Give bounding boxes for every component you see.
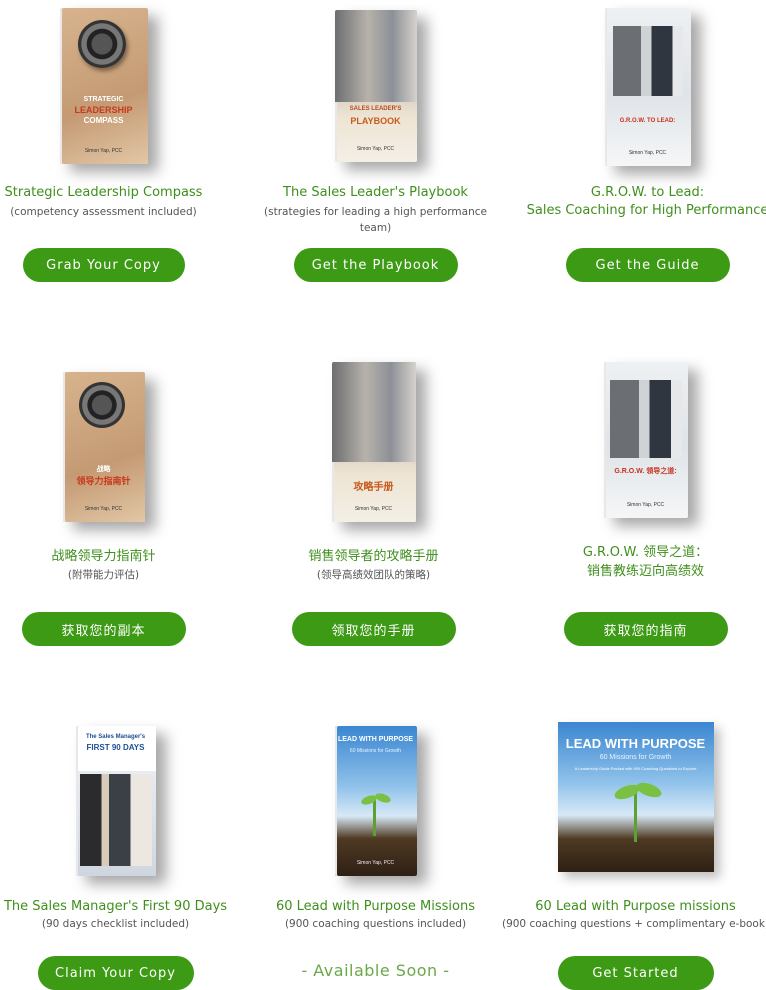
sprout-leaf bbox=[373, 791, 392, 805]
cover-text: FIRST 90 DAYS bbox=[86, 743, 145, 752]
cover-text: LEAD WITH PURPOSE bbox=[565, 736, 706, 751]
book-cover-image: G.R.O.W. TO LEAD: Simon Yap, PCC bbox=[604, 8, 691, 166]
sprout-leaf bbox=[634, 779, 663, 801]
cover-author: Simon Yap, PCC bbox=[356, 146, 395, 152]
book-card-grow-to-lead: G.R.O.W. TO LEAD: Simon Yap, PCC G.R.O.W… bbox=[520, 0, 766, 300]
get-the-playbook-button[interactable]: Get the Playbook bbox=[293, 248, 458, 282]
book-subtitle: (900 coaching questions included) bbox=[284, 918, 467, 930]
book-card-strategic-leadership-compass-chinese: 战略 领导力指南针 Simon Yap, PCC 战略领导力指南针 (附带能力评… bbox=[0, 360, 231, 660]
book-cover-image: 战略 领导力指南针 Simon Yap, PCC bbox=[62, 372, 145, 522]
book-cover-image: SALES LEADER'S PLAYBOOK Simon Yap, PCC bbox=[334, 10, 417, 162]
claim-your-copy-button[interactable]: Claim Your Copy bbox=[37, 956, 194, 990]
cover-text: 领导力指南针 bbox=[76, 476, 131, 486]
cover-text: 60 Missions for Growth bbox=[599, 754, 672, 761]
cover-text: SALES LEADER'S bbox=[349, 106, 402, 112]
cover-text: LEADERSHIP bbox=[74, 105, 133, 115]
book-card-sales-leaders-playbook-chinese: 攻略手册 Simon Yap, PCC 销售领导者的攻略手册 (领导高绩效团队的… bbox=[246, 360, 501, 660]
book-title-line2: Sales Coaching for High Performance bbox=[526, 203, 766, 218]
book-subtitle: (附带能力评估) bbox=[67, 569, 140, 581]
cover-author: Simon Yap, PCC bbox=[84, 148, 123, 154]
business-people-photo bbox=[609, 380, 682, 458]
compass-image bbox=[77, 20, 126, 68]
cover-text: A Leadership Guide Packed with 900 Coach… bbox=[574, 766, 697, 771]
book-subtitle: (900 coaching questions + complimentary … bbox=[501, 918, 766, 930]
get-your-playbook-button-cn[interactable]: 领取您的手册 bbox=[291, 612, 456, 646]
book-card-sales-leaders-playbook: SALES LEADER'S PLAYBOOK Simon Yap, PCC T… bbox=[248, 0, 503, 300]
get-started-button[interactable]: Get Started bbox=[557, 956, 714, 990]
get-the-guide-button[interactable]: Get the Guide bbox=[565, 248, 730, 282]
availability-status: - Available Soon - bbox=[301, 961, 450, 980]
cover-author: Simon Yap, PCC bbox=[628, 150, 667, 156]
book-subtitle: (90 days checklist included) bbox=[41, 918, 190, 930]
book-cover-image: LEAD WITH PURPOSE 60 Missions for Growth… bbox=[334, 726, 417, 876]
cover-text: 战略 bbox=[96, 466, 111, 473]
cover-text: PLAYBOOK bbox=[350, 116, 401, 126]
cover-author: Simon Yap, PCC bbox=[354, 506, 393, 512]
book-card-strategic-leadership-compass: STRATEGIC LEADERSHIP COMPASS Simon Yap, … bbox=[0, 0, 231, 300]
cover-text: 60 Missions for Growth bbox=[349, 748, 402, 754]
book-title: 销售领导者的攻略手册 bbox=[308, 549, 439, 564]
book-title-line2: 销售教练迈向高绩效 bbox=[586, 564, 704, 579]
sprout-icon bbox=[633, 788, 637, 842]
book-card-lead-with-purpose-ebook: LEAD WITH PURPOSE 60 Missions for Growth… bbox=[502, 718, 766, 990]
cover-author: Simon Yap, PCC bbox=[84, 506, 123, 512]
book-card-grow-to-lead-chinese: G.R.O.W. 领导之道: Simon Yap, PCC G.R.O.W. 领… bbox=[518, 360, 766, 660]
book-title: 60 Lead with Purpose Missions bbox=[275, 899, 475, 914]
compass-image bbox=[78, 382, 125, 428]
team-photo bbox=[79, 774, 152, 866]
book-title-line1: G.R.O.W. to Lead: bbox=[590, 185, 705, 200]
cover-text: STRATEGIC bbox=[83, 96, 124, 103]
book-cover-image: STRATEGIC LEADERSHIP COMPASS Simon Yap, … bbox=[59, 8, 148, 164]
book-title: 60 Lead with Purpose missions bbox=[535, 899, 736, 914]
book-subtitle: (competency assessment included) bbox=[10, 206, 197, 218]
cover-text: LEAD WITH PURPOSE bbox=[337, 736, 414, 743]
book-subtitle: (strategies for leading a high performan… bbox=[264, 206, 487, 234]
cover-text: 攻略手册 bbox=[353, 482, 394, 493]
cover-author: Simon Yap, PCC bbox=[356, 860, 395, 866]
book-title: Strategic Leadership Compass bbox=[4, 185, 203, 200]
book-title-line1: G.R.O.W. 领导之道： bbox=[582, 545, 709, 560]
book-cover-image: LEAD WITH PURPOSE 60 Missions for Growth… bbox=[557, 722, 714, 872]
business-people-photo bbox=[612, 26, 683, 96]
book-title: The Sales Manager's First 90 Days bbox=[3, 899, 228, 914]
book-card-sales-managers-first-90-days: The Sales Manager's FIRST 90 DAYS The Sa… bbox=[0, 718, 243, 990]
get-your-guide-button-cn[interactable]: 获取您的指南 bbox=[563, 612, 728, 646]
cover-text: COMPASS bbox=[83, 116, 124, 125]
team-photo bbox=[334, 10, 417, 102]
get-your-copy-button-cn[interactable]: 获取您的副本 bbox=[21, 612, 186, 646]
book-cover-image: G.R.O.W. 领导之道: Simon Yap, PCC bbox=[603, 362, 688, 518]
cover-text: The Sales Manager's bbox=[85, 734, 146, 740]
cover-text: G.R.O.W. 领导之道: bbox=[614, 468, 677, 475]
book-card-lead-with-purpose-missions: LEAD WITH PURPOSE 60 Missions for Growth… bbox=[248, 718, 503, 983]
book-cover-image: The Sales Manager's FIRST 90 DAYS bbox=[75, 726, 156, 876]
cover-author: Simon Yap, PCC bbox=[626, 502, 665, 508]
book-title: The Sales Leader's Playbook bbox=[283, 185, 468, 200]
team-photo bbox=[331, 362, 416, 462]
book-cover-image: 攻略手册 Simon Yap, PCC bbox=[331, 362, 416, 522]
grab-your-copy-button[interactable]: Grab Your Copy bbox=[22, 248, 185, 282]
cover-text: G.R.O.W. TO LEAD: bbox=[619, 118, 676, 124]
book-subtitle: (领导高绩效团队的策略) bbox=[316, 569, 431, 581]
book-title: 战略领导力指南针 bbox=[51, 549, 156, 564]
